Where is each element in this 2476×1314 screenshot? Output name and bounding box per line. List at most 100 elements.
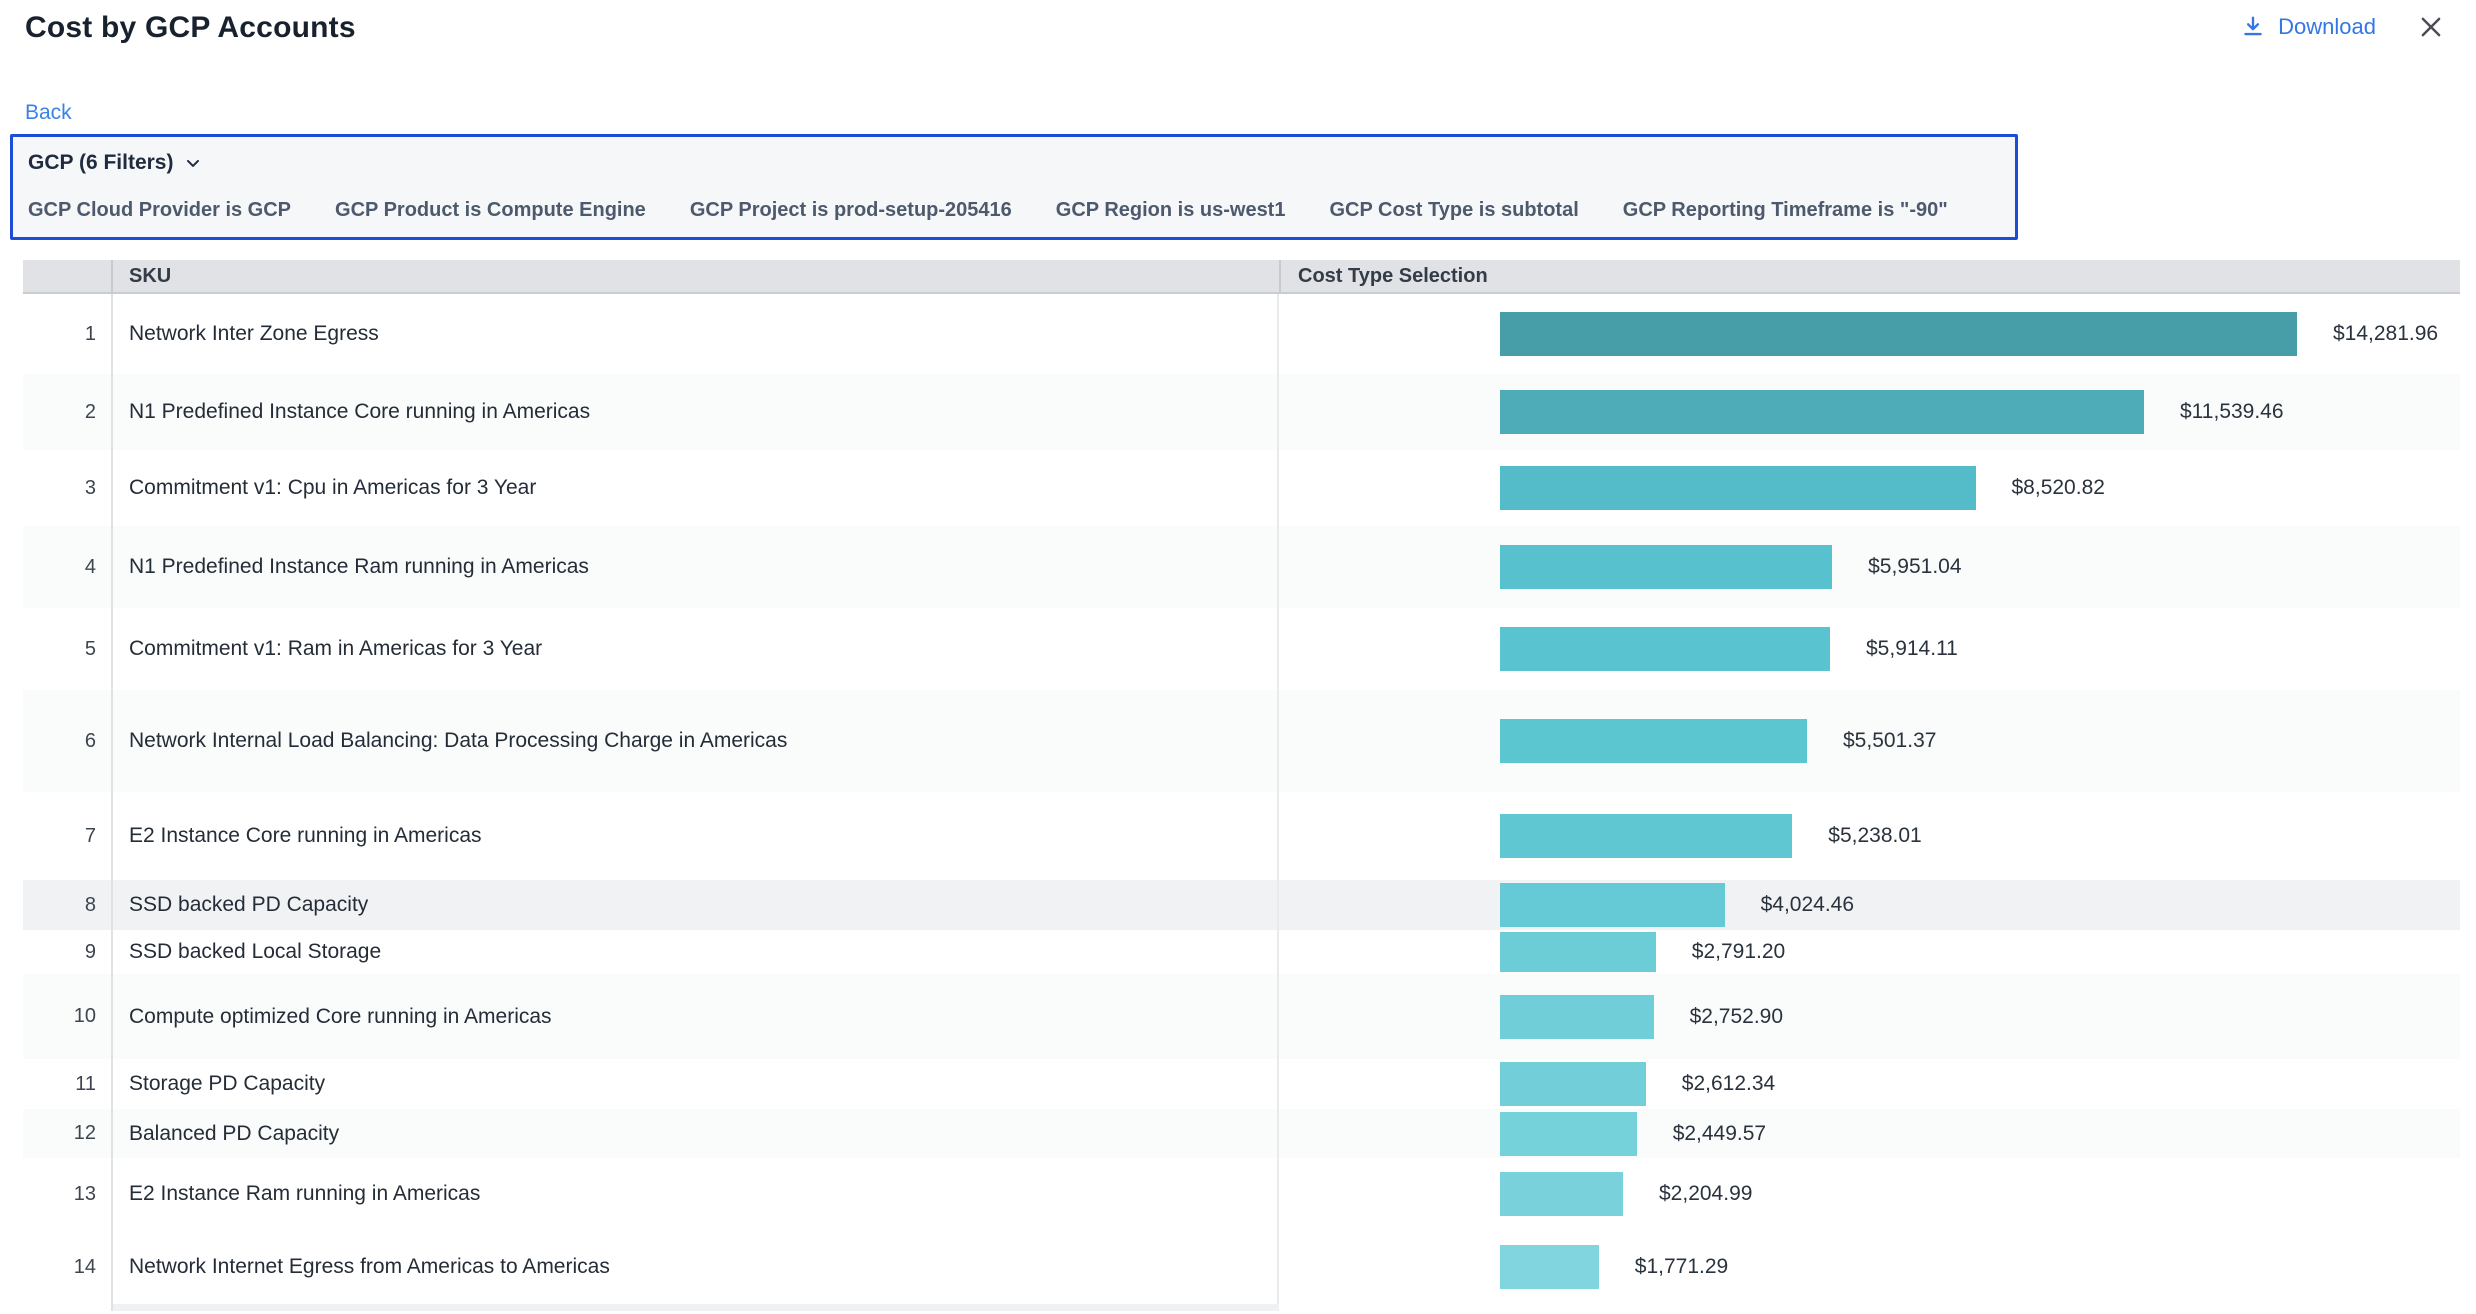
table-row: 13 E2 Instance Ram running in Americas $… bbox=[23, 1158, 2460, 1230]
table-row: 7 E2 Instance Core running in Americas $… bbox=[23, 792, 2460, 880]
cost-bar bbox=[1500, 466, 1976, 510]
table-row: 8 SSD backed PD Capacity $4,024.46 bbox=[23, 880, 2460, 930]
bar-cell: $5,951.04 bbox=[1279, 526, 2460, 608]
bar-cell: $2,204.99 bbox=[1279, 1158, 2460, 1230]
cost-bar bbox=[1500, 883, 1725, 927]
table-row: 9 SSD backed Local Storage $2,791.20 bbox=[23, 930, 2460, 974]
sku-cell: Network Internal Load Balancing: Data Pr… bbox=[111, 690, 1279, 792]
close-button[interactable] bbox=[2416, 12, 2446, 42]
cost-value: $11,539.46 bbox=[2180, 400, 2284, 424]
row-number: 5 bbox=[23, 608, 111, 690]
cost-value: $2,612.34 bbox=[1682, 1072, 1775, 1096]
row-number: 13 bbox=[23, 1158, 111, 1230]
sku-cell: SSD backed PD Capacity bbox=[111, 880, 1279, 930]
bar-cell: $5,238.01 bbox=[1279, 792, 2460, 880]
next-row-sliver bbox=[111, 1304, 1279, 1311]
cost-value: $4,024.46 bbox=[1761, 893, 1854, 917]
row-number: 2 bbox=[23, 374, 111, 450]
row-number: 4 bbox=[23, 526, 111, 608]
sku-cell: Network Internet Egress from Americas to… bbox=[111, 1230, 1279, 1304]
sku-cell: N1 Predefined Instance Ram running in Am… bbox=[111, 526, 1279, 608]
bar-cell: $5,501.37 bbox=[1279, 690, 2460, 792]
filter-chip-list: GCP Cloud Provider is GCP GCP Product is… bbox=[28, 198, 2000, 222]
row-number: 8 bbox=[23, 880, 111, 930]
row-number: 1 bbox=[23, 294, 111, 374]
sku-cell: Compute optimized Core running in Americ… bbox=[111, 974, 1279, 1059]
cost-bar bbox=[1500, 1172, 1623, 1216]
cost-type-selection-column-header: Cost Type Selection bbox=[1279, 260, 2460, 292]
cost-bar bbox=[1500, 814, 1792, 858]
cost-bar bbox=[1500, 1062, 1646, 1106]
bar-cell: $11,539.46 bbox=[1279, 374, 2460, 450]
sku-cell: Commitment v1: Cpu in Americas for 3 Yea… bbox=[111, 450, 1279, 526]
cost-value: $2,791.20 bbox=[1692, 940, 1785, 964]
bar-cell: $2,612.34 bbox=[1279, 1059, 2460, 1109]
bar-cell: $2,791.20 bbox=[1279, 930, 2460, 974]
header-actions: Download bbox=[2240, 10, 2452, 42]
download-label: Download bbox=[2278, 14, 2376, 40]
row-number: 7 bbox=[23, 792, 111, 880]
back-link[interactable]: Back bbox=[25, 100, 72, 126]
table-row: 6 Network Internal Load Balancing: Data … bbox=[23, 690, 2460, 792]
filter-chip: GCP Project is prod-setup-205416 bbox=[690, 198, 1012, 222]
cost-value: $5,914.11 bbox=[1866, 637, 1958, 661]
row-number: 14 bbox=[23, 1230, 111, 1304]
download-icon bbox=[2240, 14, 2266, 40]
page-title: Cost by GCP Accounts bbox=[25, 10, 2240, 46]
download-button[interactable]: Download bbox=[2240, 14, 2376, 40]
bar-cell: $5,914.11 bbox=[1279, 608, 2460, 690]
top-bar: Cost by GCP Accounts Download bbox=[0, 0, 2476, 46]
cost-bar bbox=[1500, 627, 1830, 671]
filter-group-dropdown[interactable]: GCP (6 Filters) bbox=[28, 150, 203, 176]
cost-value: $2,204.99 bbox=[1659, 1182, 1752, 1206]
table-row: 1 Network Inter Zone Egress $14,281.96 bbox=[23, 294, 2460, 374]
cost-bar bbox=[1500, 932, 1656, 972]
table-row: 14 Network Internet Egress from Americas… bbox=[23, 1230, 2460, 1304]
cost-value: $1,771.29 bbox=[1635, 1255, 1728, 1279]
table-row: 2 N1 Predefined Instance Core running in… bbox=[23, 374, 2460, 450]
row-number: 6 bbox=[23, 690, 111, 792]
bar-cell: $1,771.29 bbox=[1279, 1230, 2460, 1304]
filter-chip: GCP Region is us-west1 bbox=[1056, 198, 1286, 222]
filter-chip: GCP Product is Compute Engine bbox=[335, 198, 646, 222]
cost-value: $5,238.01 bbox=[1828, 824, 1921, 848]
table-row: 4 N1 Predefined Instance Ram running in … bbox=[23, 526, 2460, 608]
row-number: 9 bbox=[23, 930, 111, 974]
sku-cell: E2 Instance Core running in Americas bbox=[111, 792, 1279, 880]
chevron-down-icon bbox=[183, 153, 203, 173]
row-number: 10 bbox=[23, 974, 111, 1059]
cost-table: SKU Cost Type Selection 1 Network Inter … bbox=[23, 260, 2460, 1311]
table-row: 5 Commitment v1: Ram in Americas for 3 Y… bbox=[23, 608, 2460, 690]
close-icon bbox=[2416, 12, 2446, 42]
sku-cell: SSD backed Local Storage bbox=[111, 930, 1279, 974]
sku-cell: Balanced PD Capacity bbox=[111, 1109, 1279, 1158]
cost-bar bbox=[1500, 719, 1807, 763]
filter-chip: GCP Cloud Provider is GCP bbox=[28, 198, 291, 222]
sku-cell: Commitment v1: Ram in Americas for 3 Yea… bbox=[111, 608, 1279, 690]
filter-group-label: GCP (6 Filters) bbox=[28, 150, 173, 176]
table-row: 12 Balanced PD Capacity $2,449.57 bbox=[23, 1109, 2460, 1158]
bar-cell: $2,752.90 bbox=[1279, 974, 2460, 1059]
filter-chip: GCP Cost Type is subtotal bbox=[1329, 198, 1578, 222]
cost-value: $2,752.90 bbox=[1690, 1005, 1783, 1029]
bar-cell: $2,449.57 bbox=[1279, 1109, 2460, 1158]
cost-value: $8,520.82 bbox=[2012, 476, 2105, 500]
filter-chip: GCP Reporting Timeframe is "-90" bbox=[1623, 198, 1948, 222]
cost-value: $5,951.04 bbox=[1868, 555, 1961, 579]
cost-bar bbox=[1500, 390, 2144, 434]
bar-cell: $4,024.46 bbox=[1279, 880, 2460, 930]
cost-bar bbox=[1500, 1112, 1637, 1156]
cost-value: $2,449.57 bbox=[1673, 1122, 1766, 1146]
table-header: SKU Cost Type Selection bbox=[23, 260, 2460, 294]
row-number: 11 bbox=[23, 1059, 111, 1109]
table-row: 10 Compute optimized Core running in Ame… bbox=[23, 974, 2460, 1059]
bar-cell: $8,520.82 bbox=[1279, 450, 2460, 526]
cost-value: $14,281.96 bbox=[2333, 322, 2438, 346]
sku-cell: Storage PD Capacity bbox=[111, 1059, 1279, 1109]
cost-bar bbox=[1500, 995, 1654, 1039]
sku-cell: Network Inter Zone Egress bbox=[111, 294, 1279, 374]
cost-bar bbox=[1500, 312, 2297, 356]
table-row: 3 Commitment v1: Cpu in Americas for 3 Y… bbox=[23, 450, 2460, 526]
cost-value: $5,501.37 bbox=[1843, 729, 1936, 753]
cost-bar bbox=[1500, 545, 1832, 589]
